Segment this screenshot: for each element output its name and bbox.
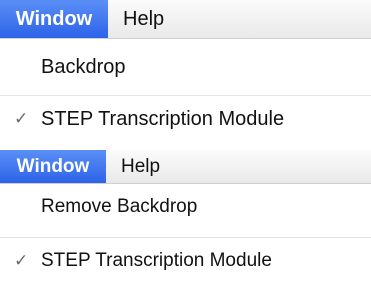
window-menu-screenshot-before: Window Help Backdrop ✓ STEP Transcriptio… — [0, 0, 371, 143]
window-menu-title[interactable]: Window — [0, 150, 106, 183]
menu-item-step-transcription-module[interactable]: ✓ STEP Transcription Module — [0, 101, 371, 137]
menu-separator — [0, 95, 371, 96]
menu-item-remove-backdrop[interactable]: Remove Backdrop — [0, 189, 371, 225]
window-menu-dropdown: Backdrop ✓ STEP Transcription Module — [0, 39, 371, 143]
checkmark-icon: ✓ — [14, 251, 29, 270]
help-menu-title[interactable]: Help — [110, 150, 171, 183]
menu-item-step-transcription-module[interactable]: ✓ STEP Transcription Module — [0, 243, 371, 279]
menubar: Window Help — [0, 0, 371, 39]
menu-item-label: Remove Backdrop — [41, 196, 198, 217]
checkmark-icon: ✓ — [14, 109, 29, 128]
menu-separator — [0, 237, 371, 238]
menu-item-backdrop[interactable]: Backdrop — [0, 49, 371, 85]
window-menu-dropdown: Remove Backdrop ✓ STEP Transcription Mod… — [0, 184, 371, 287]
menu-item-label: STEP Transcription Module — [41, 250, 272, 271]
help-menu-title[interactable]: Help — [112, 0, 175, 38]
menubar: Window Help — [0, 150, 371, 184]
window-menu-title[interactable]: Window — [0, 0, 108, 38]
window-menu-screenshot-after: Window Help Remove Backdrop ✓ STEP Trans… — [0, 150, 371, 287]
menu-item-label: STEP Transcription Module — [41, 107, 285, 130]
menu-item-label: Backdrop — [41, 55, 126, 78]
